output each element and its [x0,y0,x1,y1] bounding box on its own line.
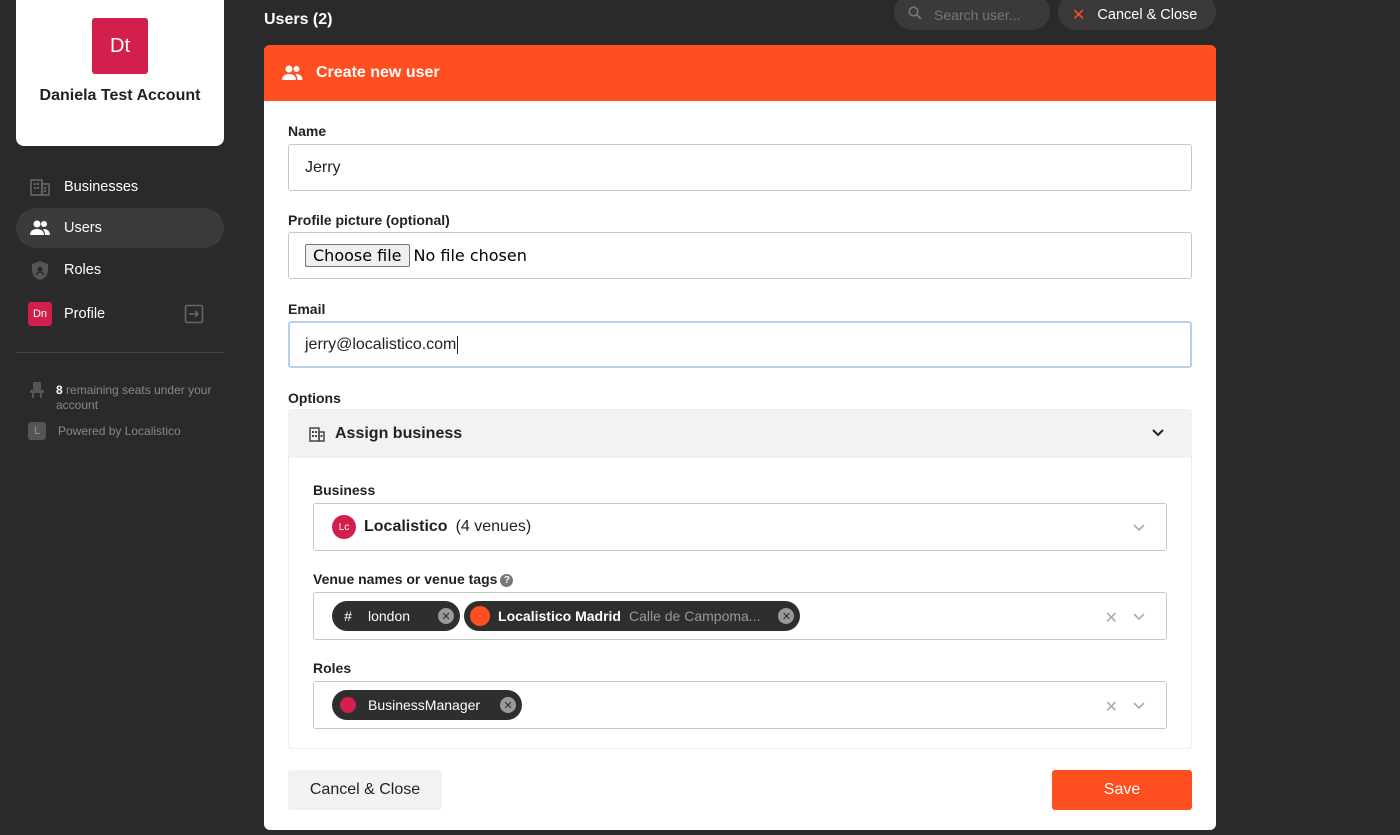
venue-tag-chip: # london ✕ [332,601,461,631]
email-value: jerry@localistico.com [305,335,457,353]
save-button[interactable]: Save [1052,770,1192,810]
sidebar-divider [16,352,224,353]
close-icon: ✕ [1072,7,1086,24]
venue-avatar [470,606,491,626]
search-box[interactable] [894,0,1050,30]
venues-label: Venue names or venue tags? [313,571,514,587]
powered-by: L Powered by Localistico [28,422,181,440]
top-cancel-label: Cancel & Close [1097,7,1198,23]
account-avatar: Dt [92,18,148,74]
sidebar-item-label: Roles [64,262,102,278]
roles-multiselect[interactable]: BusinessManager ✕ ✕ [313,681,1167,729]
seats-count: 8 [56,383,63,397]
chip-sublabel: Calle de Campoma... [628,608,761,624]
options-label: Options [288,390,341,406]
sidebar-item-businesses[interactable]: Businesses [16,167,224,207]
text-caret [457,335,459,354]
chevron-down-icon[interactable] [1132,699,1146,718]
account-card: Dt Daniela Test Account [16,0,224,146]
seat-icon [28,381,46,413]
chevron-down-icon[interactable] [1151,426,1165,445]
chevron-down-icon[interactable] [1132,610,1146,629]
create-user-panel: Create new user Name Jerry Profile pictu… [264,45,1216,830]
profile-initials: Dn [28,302,52,326]
sidebar-item-profile[interactable]: Dn Profile [16,294,224,334]
business-select[interactable]: Lc Localistico (4 venues) [313,503,1167,551]
chip-label: london [368,608,411,624]
choose-file-button[interactable]: Choose file [305,244,410,267]
venue-chip: Localistico Madrid Calle de Campoma... ✕ [464,601,801,631]
sidebar-item-label: Profile [64,306,106,322]
building-icon [28,175,52,199]
powered-by-text: Powered by Localistico [58,424,181,438]
account-name: Daniela Test Account [39,87,201,104]
business-label: Business [313,482,376,498]
chip-label: BusinessManager [368,697,481,713]
assign-business-header[interactable]: Assign business [289,410,1191,458]
remaining-seats: 8 remaining seats under your account [28,381,218,413]
remove-chip-icon[interactable]: ✕ [778,608,795,624]
cancel-close-button[interactable]: Cancel & Close [288,770,442,810]
remove-chip-icon[interactable]: ✕ [438,608,455,624]
page-title: Users (2) [264,11,333,28]
assign-business-section: Assign business Business Lc Localistico … [288,409,1192,749]
profile-picture-label: Profile picture (optional) [288,212,450,228]
hash-icon: # [344,608,352,624]
chevron-down-icon[interactable] [1132,521,1146,540]
search-input[interactable] [934,7,1034,23]
users-icon [28,216,52,240]
panel-header: Create new user [264,45,1216,101]
sidebar-item-label: Businesses [64,179,139,195]
venues-label-text: Venue names or venue tags [313,571,498,587]
sidebar-item-users[interactable]: Users [16,208,224,248]
name-label: Name [288,123,327,139]
file-status: No file chosen [413,246,527,265]
business-venue-count: (4 venues) [455,518,532,535]
clear-icon[interactable]: ✕ [1105,608,1118,628]
profile-picture-field[interactable]: Choose file No file chosen [288,232,1192,279]
building-icon [309,426,325,442]
clear-icon[interactable]: ✕ [1105,697,1118,717]
remove-chip-icon[interactable]: ✕ [500,697,517,713]
users-icon [280,65,304,81]
name-field[interactable]: Jerry [288,144,1192,191]
business-name: Localistico [364,518,448,535]
business-avatar: Lc [332,515,356,539]
profile-avatar: Dn [28,302,52,326]
venues-multiselect[interactable]: # london ✕ Localistico Madrid Calle de C… [313,592,1167,640]
email-field[interactable]: jerry@localistico.com [288,321,1192,368]
role-chip: BusinessManager ✕ [332,690,523,720]
name-value: Jerry [305,158,341,176]
top-cancel-close-button[interactable]: ✕ Cancel & Close [1058,0,1216,30]
chip-label: Localistico Madrid [498,608,621,624]
help-icon[interactable]: ? [500,573,514,587]
shield-icon [28,258,52,282]
panel-title: Create new user [316,64,440,81]
seats-text: remaining seats under your account [56,383,212,412]
sidebar-item-roles[interactable]: Roles [16,250,224,290]
assign-business-title: Assign business [335,425,463,442]
localistico-logo: L [28,422,46,440]
roles-label: Roles [313,660,352,676]
search-icon [908,5,922,25]
logout-icon[interactable] [184,304,204,328]
role-color-dot [340,697,356,713]
sidebar-item-label: Users [64,220,102,236]
email-label: Email [288,301,326,317]
